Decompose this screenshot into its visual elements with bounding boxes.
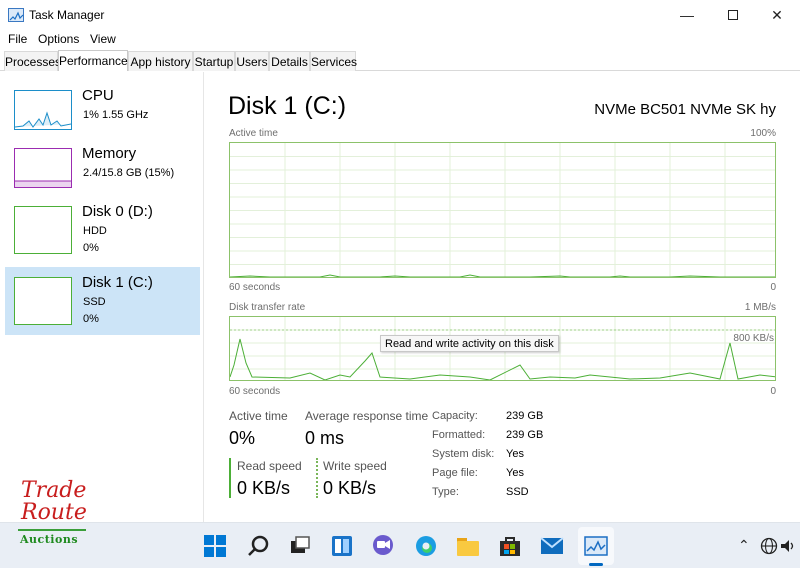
sidebar-item-subtitle: SSD <box>83 296 106 308</box>
active-time-graph[interactable] <box>229 142 776 278</box>
write-speed-value: 0 KB/s <box>323 478 377 498</box>
sidebar-item-subtitle: HDD <box>83 225 107 237</box>
cpu-thumbnail-graph <box>14 90 72 130</box>
disk-model: NVMe BC501 NVMe SK hy <box>594 101 776 118</box>
language-globe-icon[interactable] <box>758 531 780 561</box>
chevron-up-icon[interactable]: ⌃ <box>738 537 750 554</box>
write-speed-indicator <box>316 458 318 498</box>
formatted-label: Formatted: <box>432 429 486 441</box>
transfer-rate-mid-label: 800 KB/s <box>733 333 774 344</box>
system-disk-label: System disk: <box>432 448 495 460</box>
maximize-icon <box>728 10 738 20</box>
transfer-rate-graph-label: Disk transfer rate <box>229 302 306 313</box>
disk0-thumbnail-graph <box>14 206 72 254</box>
read-speed-label: Read speed <box>237 459 302 473</box>
tab-startup[interactable]: Startup <box>193 51 235 71</box>
active-app-indicator <box>589 563 603 566</box>
minimize-icon: — <box>680 7 694 23</box>
menu-file[interactable]: File <box>8 32 27 46</box>
type-value: SSD <box>506 486 529 498</box>
tab-processes[interactable]: Processes <box>4 51 61 71</box>
trade-route-auctions-logo: Trade Route Auctions <box>18 478 90 548</box>
write-speed-label: Write speed <box>323 459 387 473</box>
formatted-value: 239 GB <box>506 429 544 441</box>
active-time-graph-max: 100% <box>750 128 776 139</box>
avg-response-value: 0 ms <box>305 428 345 448</box>
search-icon[interactable] <box>243 531 273 561</box>
minimize-button[interactable]: — <box>664 0 710 30</box>
sidebar-item-title: Memory <box>82 145 137 162</box>
performance-sidebar: CPU 1% 1.55 GHz Memory 2.4/15.8 GB (15%)… <box>0 72 204 522</box>
menu-view[interactable]: View <box>90 32 116 46</box>
sidebar-item-usage: 0% <box>83 242 99 254</box>
disk1-thumbnail-graph <box>14 277 72 325</box>
tab-details[interactable]: Details <box>269 51 310 71</box>
sidebar-item-cpu[interactable]: CPU 1% 1.55 GHz <box>5 84 200 140</box>
sidebar-item-disk-1[interactable]: Disk 1 (C:) SSD 0% <box>5 267 200 335</box>
tab-bar: Processes Performance App history Startu… <box>0 50 800 71</box>
active-time-graph-label: Active time <box>229 128 278 139</box>
sidebar-item-subtitle: 1% 1.55 GHz <box>83 109 149 121</box>
active-time-label: Active time <box>229 409 288 423</box>
sidebar-item-subtitle: 2.4/15.8 GB (15%) <box>83 167 175 179</box>
capacity-label: Capacity: <box>432 410 478 422</box>
mail-icon[interactable] <box>537 531 567 561</box>
sidebar-item-usage: 0% <box>83 313 99 325</box>
maximize-button[interactable] <box>710 0 756 30</box>
transfer-rate-graph-max: 1 MB/s <box>744 302 776 313</box>
avg-response-label: Average response time <box>305 409 429 423</box>
logo-divider <box>18 529 86 531</box>
close-button[interactable]: ✕ <box>754 0 800 30</box>
capacity-value: 239 GB <box>506 410 544 422</box>
close-icon: ✕ <box>771 6 783 23</box>
page-file-label: Page file: <box>432 467 478 479</box>
sidebar-item-title: Disk 1 (C:) <box>82 274 153 291</box>
logo-line-2: Route <box>21 500 87 525</box>
taskbar: ⌃ <box>0 522 800 568</box>
sidebar-item-title: Disk 0 (D:) <box>82 203 153 220</box>
graph-tooltip: Read and write activity on this disk <box>380 335 559 352</box>
active-time-graph-time: 60 seconds <box>229 282 281 293</box>
sidebar-item-memory[interactable]: Memory 2.4/15.8 GB (15%) <box>5 142 200 198</box>
type-label: Type: <box>432 486 459 498</box>
title-bar: Task Manager — ✕ <box>0 0 800 30</box>
read-speed-value: 0 KB/s <box>237 478 291 498</box>
memory-thumbnail-graph <box>14 148 72 188</box>
windows-start-icon[interactable] <box>200 531 230 561</box>
page-file-value: Yes <box>506 467 524 479</box>
task-manager-icon <box>8 8 24 22</box>
transfer-rate-graph-min: 0 <box>770 386 776 397</box>
active-time-value: 0% <box>229 428 256 448</box>
logo-line-3: Auctions <box>20 533 79 546</box>
task-view-icon[interactable] <box>285 531 315 561</box>
widgets-icon[interactable] <box>327 531 357 561</box>
system-disk-value: Yes <box>506 448 524 460</box>
active-time-grid <box>230 143 775 277</box>
active-time-graph-min: 0 <box>770 282 776 293</box>
window-title: Task Manager <box>29 8 105 22</box>
transfer-rate-graph-time: 60 seconds <box>229 386 281 397</box>
task-manager-icon[interactable] <box>581 531 611 561</box>
chat-icon[interactable] <box>368 531 398 561</box>
menu-options[interactable]: Options <box>38 32 79 46</box>
tab-users[interactable]: Users <box>235 51 269 71</box>
store-icon[interactable] <box>495 531 525 561</box>
tab-services[interactable]: Services <box>310 51 357 71</box>
tab-performance[interactable]: Performance <box>58 50 128 71</box>
edge-icon[interactable] <box>411 531 441 561</box>
read-speed-indicator <box>229 458 231 498</box>
menu-bar: File Options View <box>0 30 800 48</box>
tab-app-history[interactable]: App history <box>128 51 193 71</box>
disk-title: Disk 1 (C:) <box>228 92 347 120</box>
sidebar-item-disk-0[interactable]: Disk 0 (D:) HDD 0% <box>5 200 200 256</box>
file-explorer-icon[interactable] <box>453 531 483 561</box>
volume-icon[interactable] <box>778 531 798 561</box>
sidebar-item-title: CPU <box>82 87 114 104</box>
